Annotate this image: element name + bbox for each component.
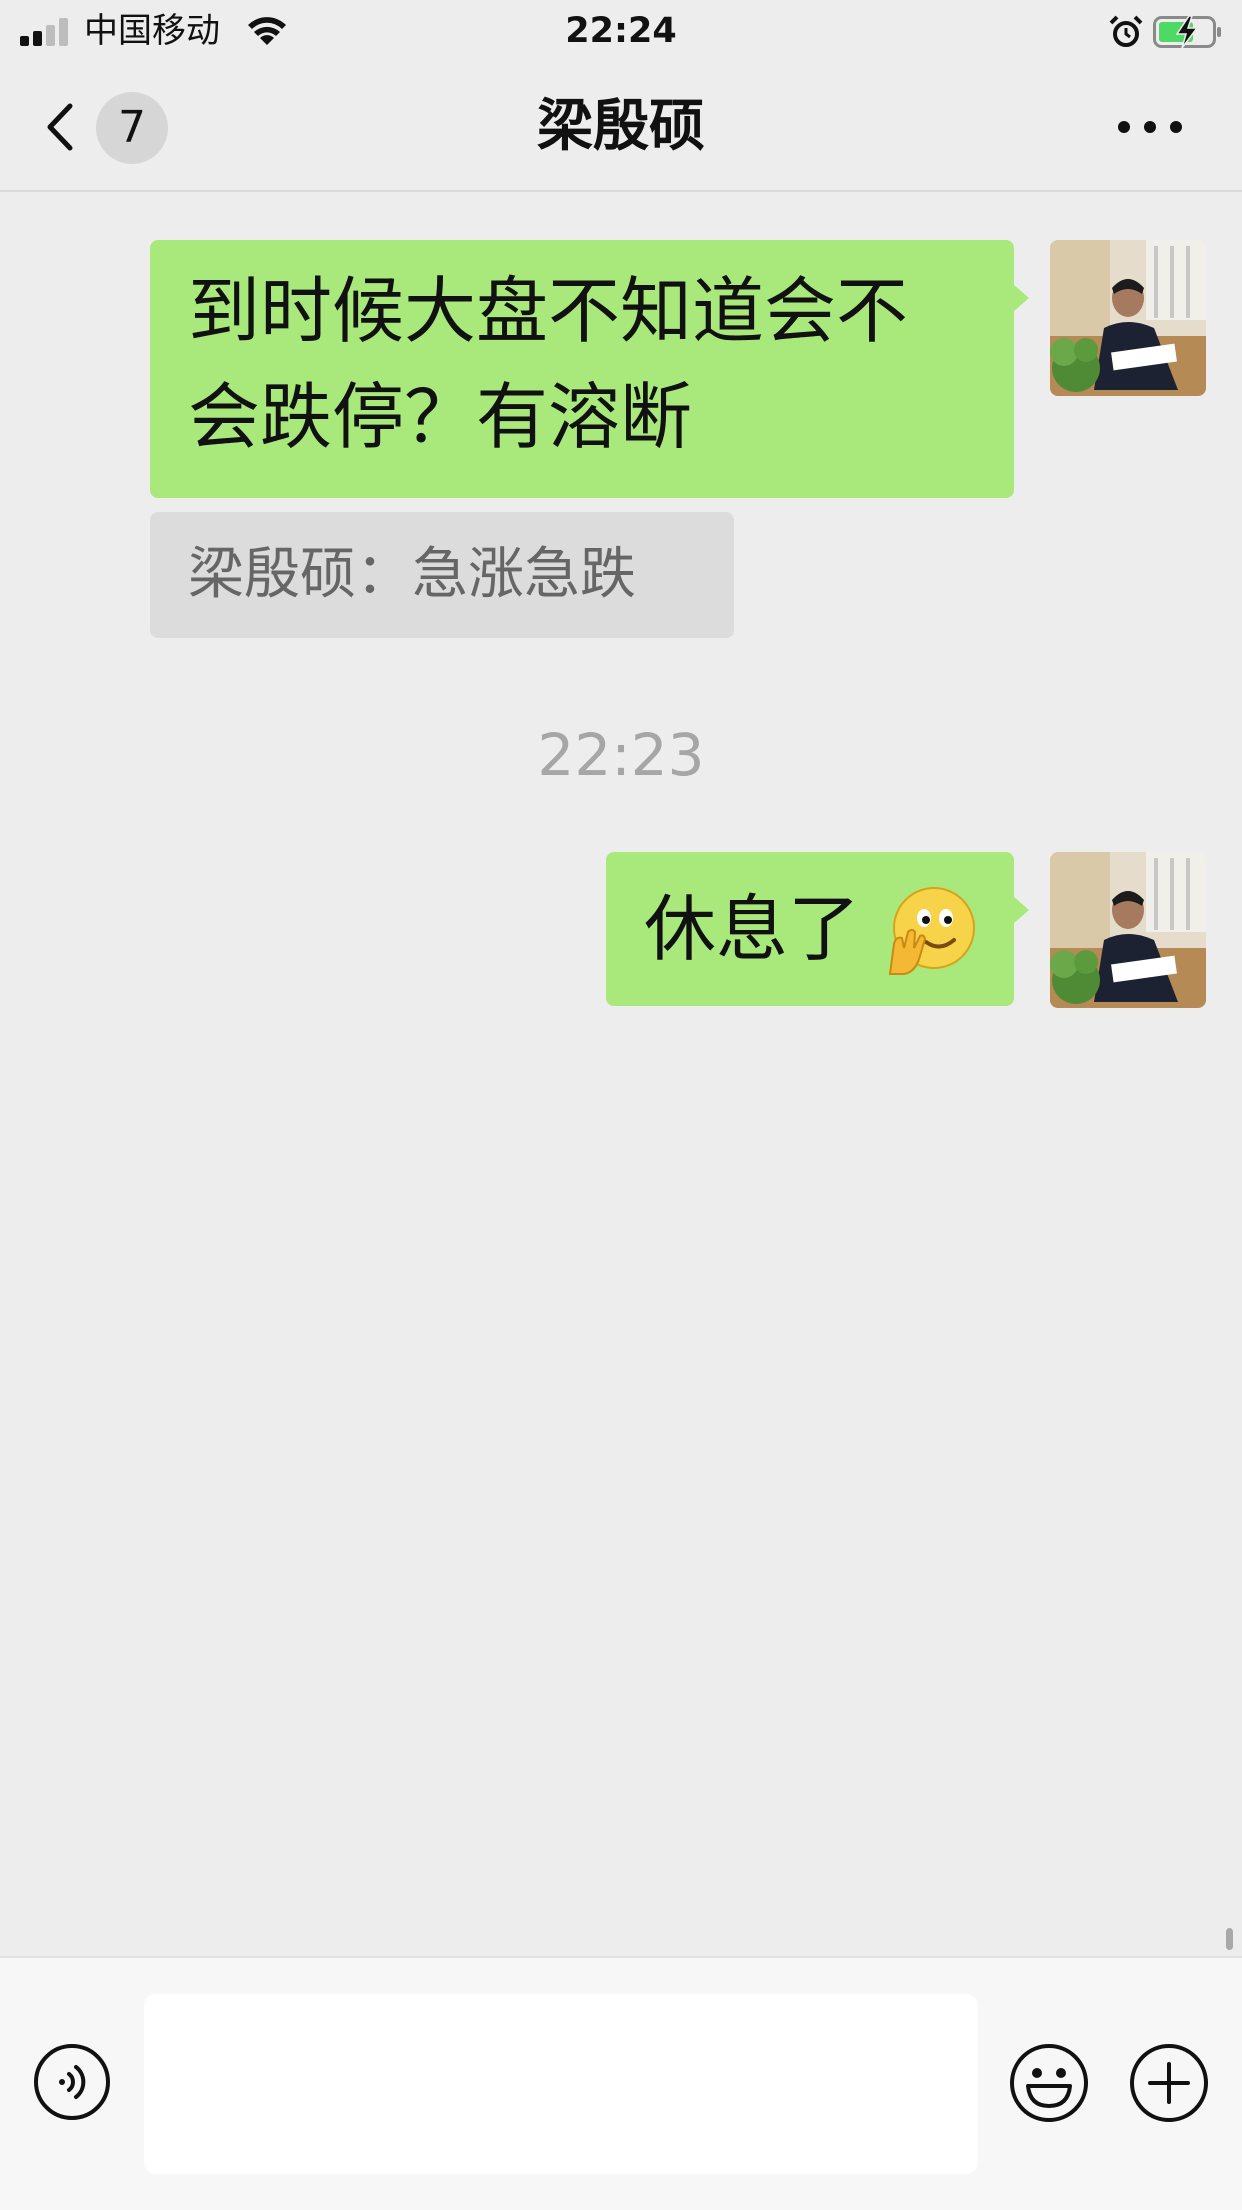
status-bar: 中国移动 22:24	[0, 0, 1242, 64]
message-text: 休息了	[644, 887, 861, 971]
scrollbar-thumb[interactable]	[1226, 1928, 1233, 1950]
unread-count-badge: 7	[96, 92, 168, 164]
message-text-line: 到时候大盘不知道会不	[188, 269, 909, 353]
smiling-face-with-hand-over-cheek-icon	[888, 887, 975, 975]
battery-icon	[1153, 15, 1221, 49]
emoji-button[interactable]	[1008, 2042, 1090, 2124]
avatar[interactable]	[1050, 240, 1206, 396]
message-timestamp: 22:23	[537, 721, 705, 789]
message-text-line: 会跌停？有溶断	[188, 375, 693, 459]
input-bar	[0, 1956, 1242, 2210]
more-functions-button[interactable]	[1128, 2042, 1210, 2124]
avatar[interactable]	[1050, 852, 1206, 1008]
alarm-icon	[1109, 15, 1143, 47]
avatar-photo	[1050, 240, 1206, 396]
chevron-left-icon	[47, 103, 73, 151]
voice-input-button[interactable]	[32, 2042, 112, 2122]
quoted-message[interactable]: 梁殷硕：急涨急跌	[150, 512, 734, 638]
chat-header: 梁殷硕 7	[0, 64, 1242, 192]
message-input[interactable]	[144, 1994, 978, 2174]
avatar-photo	[1050, 852, 1206, 1008]
quoted-message-text: 梁殷硕：急涨急跌	[188, 542, 636, 607]
more-options-button[interactable]	[1110, 104, 1190, 150]
chat-title: 梁殷硕	[537, 94, 705, 159]
status-time: 22:24	[565, 11, 677, 51]
message-bubble[interactable]: 到时候大盘不知道会不 会跌停？有溶断	[150, 240, 1029, 498]
message-bubble[interactable]: 休息了	[606, 852, 1029, 1006]
